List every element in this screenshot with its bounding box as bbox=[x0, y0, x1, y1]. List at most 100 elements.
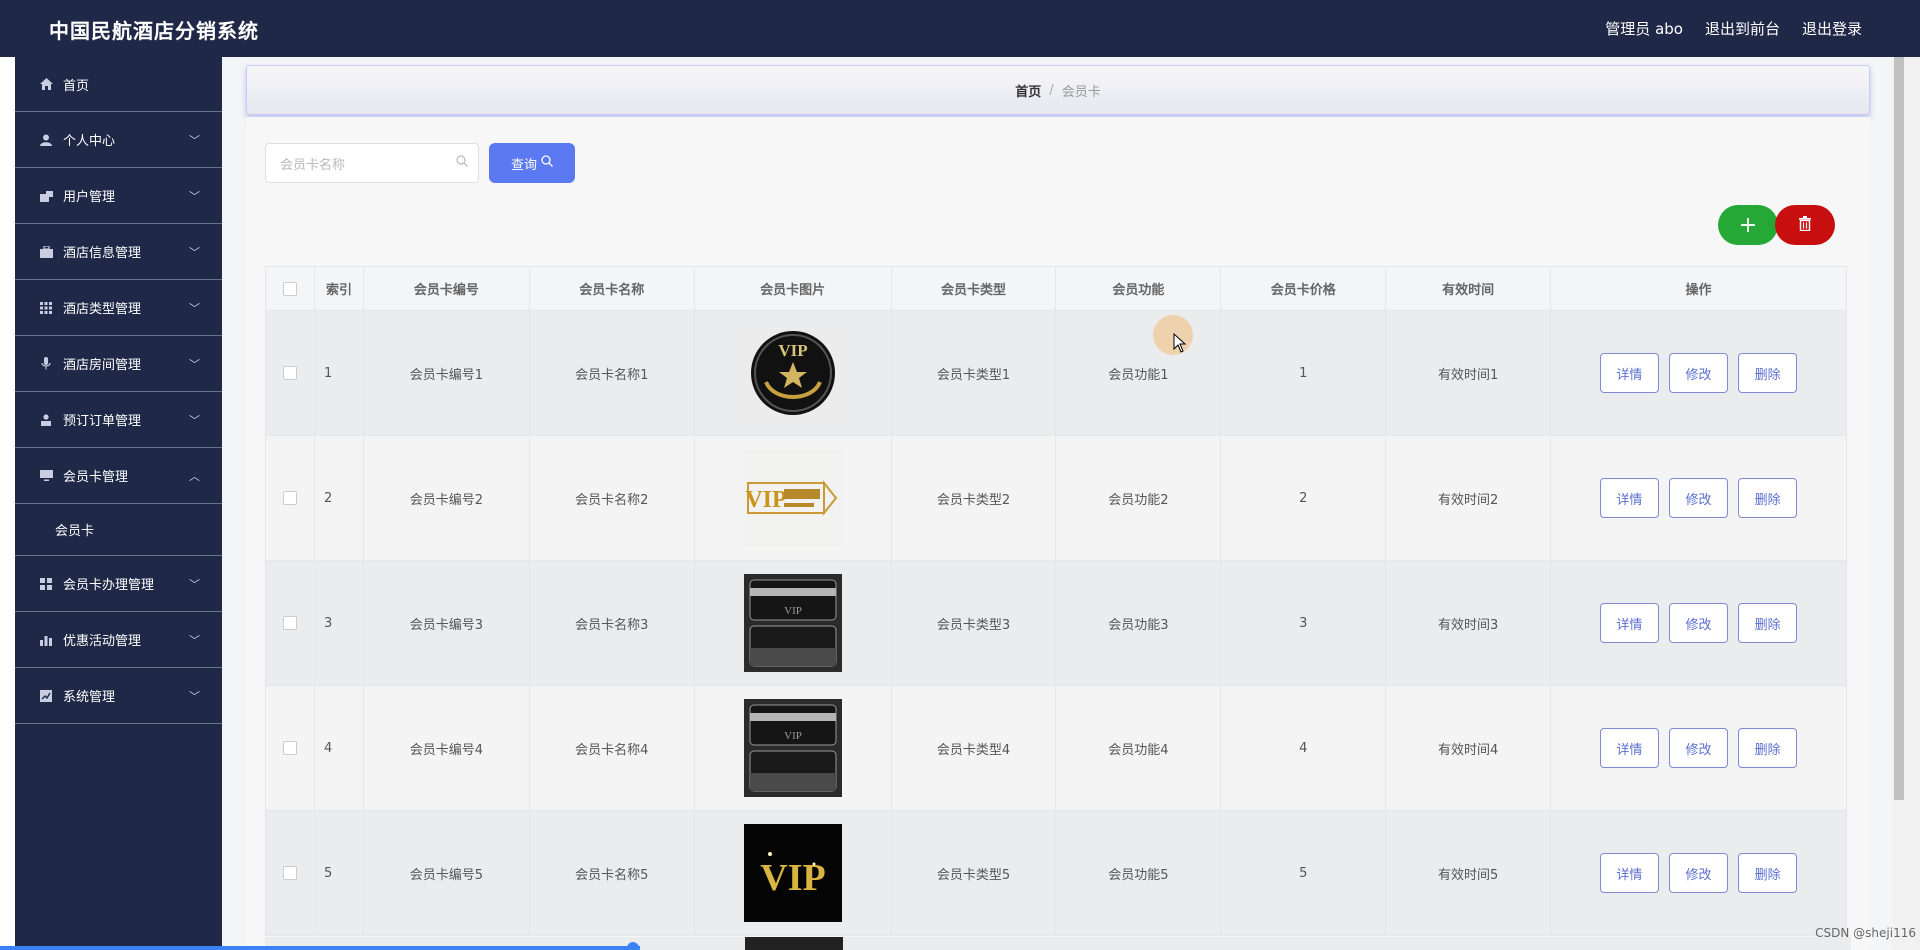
sidebar-item-booking-orders[interactable]: 预订订单管理 ﹀ bbox=[15, 392, 222, 448]
sidebar-item-user-management[interactable]: 用户管理 ﹀ bbox=[15, 168, 222, 224]
cell-card-name: 会员卡名称4 bbox=[528, 685, 695, 811]
sidebar-item-label: 酒店类型管理 bbox=[63, 302, 142, 317]
table-row: 1 会员卡编号1 会员卡名称1 VIP 会员卡类型1 会员功能1 1 有效时间1… bbox=[265, 310, 1847, 436]
edit-button[interactable]: 修改 bbox=[1669, 853, 1729, 893]
grid-icon bbox=[39, 301, 53, 315]
edit-button[interactable]: 修改 bbox=[1669, 603, 1729, 643]
sidebar-item-card-processing[interactable]: 会员卡办理管理 ﹀ bbox=[15, 556, 222, 612]
row-checkbox[interactable] bbox=[282, 366, 297, 380]
user-icon bbox=[39, 133, 53, 147]
detail-button[interactable]: 详情 bbox=[1599, 728, 1659, 768]
vip-badge-image: VIP bbox=[743, 324, 842, 422]
edit-button[interactable]: 修改 bbox=[1669, 353, 1729, 393]
edit-button[interactable]: 修改 bbox=[1669, 478, 1729, 518]
select-all-checkbox[interactable] bbox=[282, 281, 297, 296]
breadcrumb-separator: / bbox=[1049, 82, 1054, 98]
row-select-cell bbox=[265, 435, 315, 561]
sidebar-item-home[interactable]: 首页 bbox=[15, 57, 222, 112]
sidebar-item-membership-card[interactable]: 会员卡管理 ︿ bbox=[15, 448, 222, 504]
exit-to-front-link[interactable]: 退出到前台 bbox=[1705, 18, 1780, 39]
cell-member-function: 会员功能1 bbox=[1055, 310, 1222, 436]
add-button[interactable]: + bbox=[1718, 205, 1778, 245]
vip-card-image: VIP bbox=[743, 574, 842, 672]
cell-index: 3 bbox=[313, 560, 364, 686]
delete-button[interactable]: 删除 bbox=[1738, 353, 1798, 393]
table-header-row: 索引 会员卡编号 会员卡名称 会员卡图片 会员卡类型 会员功能 会员卡价格 有效… bbox=[265, 266, 1847, 311]
delete-button[interactable]: 删除 bbox=[1738, 728, 1798, 768]
sidebar-item-label: 系统管理 bbox=[63, 690, 116, 705]
cell-member-function: 会员功能5 bbox=[1055, 810, 1222, 936]
home-icon bbox=[39, 77, 53, 91]
row-checkbox[interactable] bbox=[282, 866, 297, 880]
header-card-name: 会员卡名称 bbox=[528, 266, 695, 311]
sidebar-item-label: 个人中心 bbox=[63, 134, 116, 149]
sidebar-item-hotel-room[interactable]: 酒店房间管理 ﹀ bbox=[15, 336, 222, 392]
cell-card-code: 会员卡编号1 bbox=[362, 310, 530, 436]
cell-card-name: 会员卡名称5 bbox=[528, 810, 695, 936]
user-manage-icon bbox=[39, 189, 53, 203]
detail-button[interactable]: 详情 bbox=[1599, 478, 1659, 518]
card-image-partial bbox=[745, 937, 843, 950]
cell-card-price: 4 bbox=[1220, 685, 1387, 811]
chevron-down-icon: ﹀ bbox=[189, 357, 200, 371]
logout-link[interactable]: 退出登录 bbox=[1802, 18, 1862, 39]
sidebar-item-personal-center[interactable]: 个人中心 ﹀ bbox=[15, 112, 222, 168]
chevron-down-icon: ﹀ bbox=[189, 633, 200, 647]
cell-card-image: VIP bbox=[693, 810, 892, 936]
query-button[interactable]: 查询 bbox=[489, 143, 575, 183]
cell-valid-time: 有效时间5 bbox=[1385, 810, 1552, 936]
detail-button[interactable]: 详情 bbox=[1599, 353, 1659, 393]
search-input[interactable]: 会员卡名称 bbox=[265, 143, 479, 183]
sidebar-item-label: 酒店房间管理 bbox=[63, 358, 142, 373]
row-checkbox[interactable] bbox=[282, 741, 297, 755]
row-select-cell bbox=[265, 810, 315, 936]
row-select-cell bbox=[265, 560, 315, 686]
query-button-label: 查询 bbox=[510, 157, 537, 173]
sidebar-item-promotions[interactable]: 优惠活动管理 ﹀ bbox=[15, 612, 222, 668]
cell-actions: 详情 修改 删除 bbox=[1550, 435, 1847, 561]
trash-icon bbox=[1798, 215, 1812, 235]
cell-card-price: 5 bbox=[1220, 810, 1387, 936]
detail-button[interactable]: 详情 bbox=[1599, 853, 1659, 893]
sidebar-item-label: 预订订单管理 bbox=[63, 414, 142, 429]
cell-card-type: 会员卡类型5 bbox=[890, 810, 1057, 936]
detail-button[interactable]: 详情 bbox=[1599, 603, 1659, 643]
cell-valid-time: 有效时间3 bbox=[1385, 560, 1552, 686]
admin-user-label[interactable]: 管理员 abo bbox=[1605, 18, 1683, 39]
mic-icon bbox=[39, 357, 53, 371]
delete-button[interactable]: 删除 bbox=[1738, 853, 1798, 893]
chevron-up-icon: ︿ bbox=[189, 469, 200, 483]
video-progress-knob[interactable] bbox=[627, 942, 639, 950]
row-checkbox[interactable] bbox=[282, 616, 297, 630]
sidebar-item-hotel-type[interactable]: 酒店类型管理 ﹀ bbox=[15, 280, 222, 336]
breadcrumb-home[interactable]: 首页 bbox=[1015, 81, 1041, 100]
sidebar-subitem-membership-card[interactable]: 会员卡 bbox=[15, 504, 222, 556]
row-checkbox[interactable] bbox=[282, 491, 297, 505]
vip-club-image: VIP bbox=[743, 449, 842, 547]
cell-card-price: 2 bbox=[1220, 435, 1387, 561]
cell-card-name: 会员卡名称1 bbox=[528, 310, 695, 436]
cell-card-image: VIP bbox=[693, 560, 892, 686]
video-progress-bar[interactable] bbox=[0, 946, 640, 950]
table-row: 4 会员卡编号4 会员卡名称4 VIP 会员卡类型4 会员功能4 4 有效时间4… bbox=[265, 685, 1847, 811]
delete-button[interactable]: 删除 bbox=[1738, 478, 1798, 518]
cell-actions: 详情 修改 删除 bbox=[1550, 310, 1847, 436]
sidebar-item-hotel-info[interactable]: 酒店信息管理 ﹀ bbox=[15, 224, 222, 280]
delete-button[interactable]: 删除 bbox=[1738, 603, 1798, 643]
monitor-icon bbox=[39, 469, 53, 483]
chevron-down-icon: ﹀ bbox=[189, 301, 200, 315]
cell-card-price: 1 bbox=[1220, 310, 1387, 436]
cell-card-price: 3 bbox=[1220, 560, 1387, 686]
header-card-image: 会员卡图片 bbox=[693, 266, 892, 311]
edit-button[interactable]: 修改 bbox=[1669, 728, 1729, 768]
batch-delete-button[interactable] bbox=[1775, 205, 1835, 245]
chevron-down-icon: ﹀ bbox=[189, 189, 200, 203]
cell-card-type: 会员卡类型2 bbox=[890, 435, 1057, 561]
cell-index: 2 bbox=[313, 435, 364, 561]
vip-text: VIP bbox=[745, 487, 786, 513]
vip-text: VIP bbox=[784, 605, 802, 617]
page-scrollbar-thumb[interactable] bbox=[1894, 57, 1904, 800]
header-card-code: 会员卡编号 bbox=[362, 266, 530, 311]
sidebar-item-system[interactable]: 系统管理 ﹀ bbox=[15, 668, 222, 724]
mouse-pointer-icon bbox=[1173, 333, 1187, 353]
